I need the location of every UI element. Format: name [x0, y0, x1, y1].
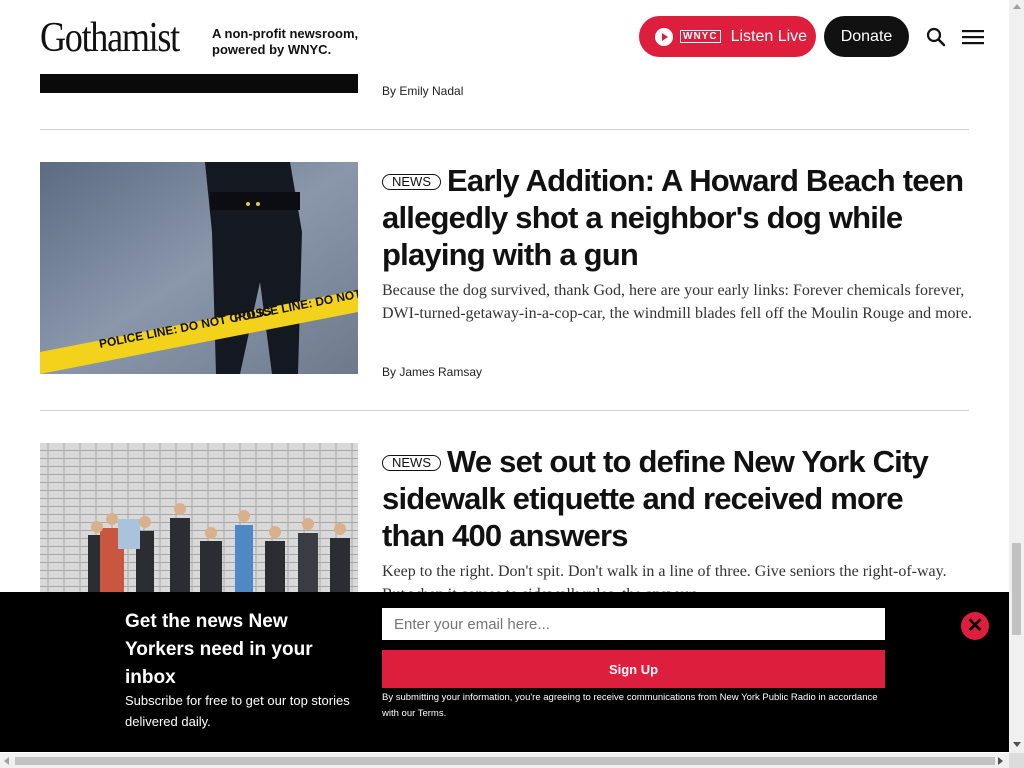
article-headline-text[interactable]: We set out to define New York City sidew…	[382, 444, 929, 553]
donate-button[interactable]: Donate	[824, 16, 909, 57]
article-thumbnail[interactable]	[40, 443, 358, 593]
wnyc-logo: WNYC	[680, 30, 721, 43]
search-icon[interactable]	[926, 27, 946, 47]
horizontal-scrollbar[interactable]	[0, 753, 1009, 768]
listen-live-button[interactable]: WNYC Listen Live	[639, 16, 816, 57]
vertical-scrollbar-thumb[interactable]	[1012, 543, 1021, 635]
tagline-line-1: A non-profit newsroom,	[212, 26, 359, 41]
article-summary: Because the dog survived, thank God, her…	[382, 282, 972, 322]
close-icon[interactable]: ✕	[961, 612, 989, 640]
vertical-scrollbar[interactable]	[1009, 0, 1024, 753]
news-tag[interactable]: NEWS	[382, 455, 441, 471]
article-thumbnail[interactable]	[40, 74, 358, 93]
article-headline-text[interactable]: Early Addition: A Howard Beach teen alle…	[382, 163, 964, 272]
newsletter-signup-banner: Get the news New Yorkers need in your in…	[0, 592, 1009, 752]
listen-live-label: Listen Live	[730, 27, 808, 45]
play-icon	[655, 27, 673, 46]
article-headline[interactable]: NEWS We set out to define New York City s…	[382, 443, 972, 554]
divider	[40, 129, 969, 130]
tagline-line-2: powered by WNYC.	[212, 42, 332, 57]
email-input[interactable]	[382, 608, 885, 640]
newsletter-heading: Get the news New Yorkers need in your in…	[125, 611, 313, 688]
hamburger-menu-icon[interactable]	[962, 28, 984, 46]
newsletter-disclaimer: By submitting your information, you're a…	[382, 692, 878, 719]
horizontal-scrollbar-thumb[interactable]	[15, 757, 995, 765]
newsletter-subtext: Subscribe for free to get our top storie…	[125, 693, 350, 729]
article-headline[interactable]: NEWS Early Addition: A Howard Beach teen …	[382, 162, 972, 273]
news-tag[interactable]: NEWS	[382, 174, 441, 190]
article-thumbnail[interactable]: POLICE LINE: DO NOT CROSS POLICE LINE: D…	[40, 162, 358, 374]
article-byline[interactable]: By James Ramsay	[382, 365, 482, 379]
article-byline[interactable]: By Emily Nadal	[382, 84, 463, 98]
site-header: Gothamist A non-profit newsroom, powered…	[0, 0, 1009, 74]
scroll-down-arrow-icon[interactable]	[1013, 742, 1021, 747]
tagline: A non-profit newsroom, powered by WNYC.	[212, 26, 358, 58]
divider	[40, 410, 969, 411]
scrollbar-corner	[1009, 753, 1024, 768]
scroll-left-arrow-icon[interactable]	[4, 757, 9, 765]
sign-up-button[interactable]: Sign Up	[382, 650, 885, 688]
scroll-right-arrow-icon[interactable]	[998, 757, 1003, 765]
gothamist-logo[interactable]: Gothamist	[40, 14, 180, 62]
scroll-up-arrow-icon[interactable]	[1013, 4, 1021, 9]
